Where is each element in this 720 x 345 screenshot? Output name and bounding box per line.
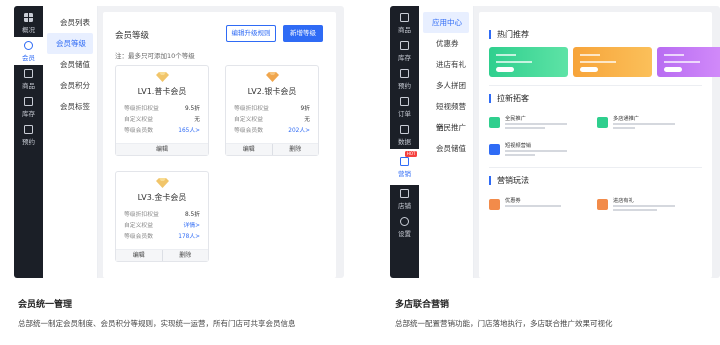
goods-icon <box>400 12 409 22</box>
video-icon <box>489 144 500 155</box>
edit-button[interactable]: 编辑 <box>116 250 162 261</box>
diamond-icon <box>156 72 169 82</box>
main-nav-rail: 商品 库存 预约 订单 数据 HOT 营销 店铺 设置 <box>390 6 419 278</box>
member-count-row: 等级会员数 202人> <box>234 125 310 134</box>
discount-row: 等级折扣权益 8.5折 <box>124 212 200 218</box>
submenu-member-stored-value[interactable]: 会员储值 <box>47 54 93 75</box>
level-card-lv1: LV1.普卡会员 等级折扣权益 9.5折 自定义权益无 等级会员数 165人> 编辑 <box>115 65 209 156</box>
card-actions: 编辑 <box>116 143 208 155</box>
inventory-icon <box>24 96 33 106</box>
section-title-acquisition: 拉新拓客 <box>489 94 529 103</box>
member-count-row: 等级会员数 178人> <box>124 231 200 240</box>
custom-benefit-row: 自定义权益 详情> <box>124 220 200 229</box>
marketing-caption-title: 多店联合营销 <box>395 300 450 310</box>
nav-order[interactable]: 订单 <box>390 93 419 121</box>
delete-button[interactable]: 删除 <box>271 144 319 155</box>
edit-button[interactable]: 编辑 <box>226 144 272 155</box>
gift-icon <box>597 199 608 210</box>
section-title-hot: 热门推荐 <box>489 30 529 39</box>
marketing-submenu: 应用中心 优惠券 进店有礼 多人拼团 短视频营销 全民推广 会员储值 <box>419 6 474 278</box>
nav-inventory[interactable]: 库存 <box>14 93 43 121</box>
submenu-member-level[interactable]: 会员等级 <box>47 33 93 54</box>
order-icon <box>400 96 409 106</box>
section-title-gameplay: 营销玩法 <box>489 176 529 185</box>
nav-inventory[interactable]: 库存 <box>390 37 419 65</box>
diamond-icon <box>156 178 169 188</box>
custom-benefit-row: 自定义权益无 <box>124 117 200 123</box>
level-card-lv2: LV2.银卡会员 等级折扣权益 9折 自定义权益无 等级会员数 202人> 编辑 删… <box>225 65 319 156</box>
marketing-panel: 商品 库存 预约 订单 数据 HOT 营销 店铺 设置 应用中心 优惠券 进店有… <box>390 6 720 278</box>
main-nav-rail: 概况 会员 商品 库存 预约 <box>14 6 43 278</box>
submenu-member-tags[interactable]: 会员标签 <box>47 96 93 117</box>
nav-marketing[interactable]: HOT 营销 <box>390 149 419 185</box>
add-level-button[interactable]: 新增等级 <box>283 25 323 42</box>
member-count-link[interactable]: 165人> <box>178 125 200 134</box>
marketing-icon <box>400 156 409 166</box>
hot-badge: HOT <box>405 151 417 157</box>
submenu-store-gift[interactable]: 进店有礼 <box>423 54 469 75</box>
level-name: LV3.金卡会员 <box>137 193 187 202</box>
edit-upgrade-rules-button[interactable]: 编辑升级规则 <box>226 25 276 42</box>
edit-button[interactable]: 编辑 <box>116 144 208 155</box>
submenu-member-points[interactable]: 会员积分 <box>47 75 93 96</box>
booking-icon <box>24 124 33 134</box>
promo-icon <box>597 117 608 128</box>
delete-button[interactable]: 删除 <box>161 250 209 261</box>
submenu-app-center[interactable]: 应用中心 <box>423 12 469 33</box>
card-actions: 编辑 删除 <box>116 249 208 261</box>
nav-settings[interactable]: 设置 <box>390 213 419 241</box>
member-level-content: 会员等级 编辑升级规则 新增等级 注：最多只可添加10个等级 LV1.普卡会员 … <box>103 12 336 278</box>
nav-goods[interactable]: 商品 <box>14 65 43 93</box>
goods-icon <box>24 68 33 78</box>
submenu-stored-value[interactable]: 会员储值 <box>423 138 469 159</box>
member-count-link[interactable]: 202人> <box>288 125 310 134</box>
page-title: 会员等级 <box>115 31 150 41</box>
submenu-short-video[interactable]: 短视频营销 <box>423 96 469 132</box>
divider <box>489 167 702 168</box>
divider <box>489 85 702 86</box>
member-submenu: 会员列表 会员等级 会员储值 会员积分 会员标签 <box>43 6 98 278</box>
level-name: LV1.普卡会员 <box>137 87 187 96</box>
promo-banner[interactable] <box>657 47 720 77</box>
member-count-link[interactable]: 178人> <box>178 231 200 240</box>
booking-icon <box>400 68 409 78</box>
submenu-member-list[interactable]: 会员列表 <box>47 12 93 33</box>
member-icon <box>24 40 33 50</box>
data-icon <box>400 124 409 134</box>
level-limit-note: 注：最多只可添加10个等级 <box>115 52 195 60</box>
diamond-icon <box>266 72 279 82</box>
member-caption-desc: 总部统一制定会员制度、会员积分等规则，实现统一运营，所有门店可共享会员信息 <box>18 319 296 328</box>
custom-benefit-row: 自定义权益无 <box>234 117 310 123</box>
referral-icon <box>489 117 500 128</box>
nav-member[interactable]: 会员 <box>14 37 43 65</box>
app-center-content: 热门推荐 拉新拓客 全民推广 多店通推广 短视频营销 营销玩法 优惠券 进店有礼 <box>479 12 720 278</box>
nav-store[interactable]: 店铺 <box>390 185 419 213</box>
nav-booking[interactable]: 预约 <box>390 65 419 93</box>
promo-banner[interactable] <box>489 47 568 77</box>
level-card-lv3: LV3.金卡会员 等级折扣权益 8.5折 自定义权益 详情> 等级会员数 178人> … <box>115 171 209 262</box>
discount-row: 等级折扣权益 9.5折 <box>124 106 200 112</box>
nav-overview[interactable]: 概况 <box>14 9 43 37</box>
submenu-group-buy[interactable]: 多人拼团 <box>423 75 469 96</box>
member-caption-title: 会员统一管理 <box>18 300 73 310</box>
grid-icon <box>24 12 33 22</box>
nav-goods[interactable]: 商品 <box>390 9 419 37</box>
discount-row: 等级折扣权益 9折 <box>234 106 310 112</box>
inventory-icon <box>400 40 409 50</box>
coupon-icon <box>489 199 500 210</box>
marketing-caption-desc: 总部统一配置营销功能，门店落地执行，多店联合推广效果可视化 <box>395 319 613 328</box>
member-management-panel: 概况 会员 商品 库存 预约 会员列表 会员等级 会员储值 会员积分 会员标签 … <box>14 6 344 278</box>
store-icon <box>400 188 409 198</box>
nav-data[interactable]: 数据 <box>390 121 419 149</box>
submenu-referral[interactable]: 全民推广 <box>423 117 469 138</box>
submenu-coupon[interactable]: 优惠券 <box>423 33 469 54</box>
card-actions: 编辑 删除 <box>226 143 318 155</box>
nav-booking[interactable]: 预约 <box>14 121 43 149</box>
member-count-row: 等级会员数 165人> <box>124 125 200 134</box>
promo-banner[interactable] <box>573 47 652 77</box>
details-link[interactable]: 详情> <box>184 220 200 229</box>
settings-icon <box>400 216 409 226</box>
level-name: LV2.银卡会员 <box>247 87 297 96</box>
